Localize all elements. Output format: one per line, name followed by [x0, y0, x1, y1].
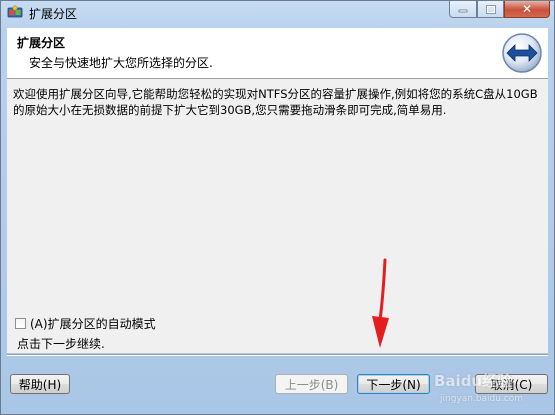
- continue-hint: 点击下一步继续.: [17, 337, 105, 351]
- auto-mode-checkbox[interactable]: [15, 318, 26, 329]
- resize-arrows-icon: [502, 33, 542, 73]
- wizard-description: 欢迎使用扩展分区向导,它能帮助您轻松的实现对NTFS分区的容量扩展操作,例如将您…: [13, 87, 538, 117]
- red-arrow-pointer-icon: [372, 258, 389, 348]
- auto-mode-option[interactable]: (A)扩展分区的自动模式: [15, 315, 156, 332]
- baidu-watermark: Baidu经验 jingyan.baidu.com: [434, 370, 554, 412]
- maximize-icon: [485, 4, 496, 14]
- maximize-button[interactable]: [477, 1, 504, 18]
- minimize-icon: [458, 9, 468, 13]
- close-button[interactable]: ✕: [504, 1, 550, 18]
- minimize-button[interactable]: [449, 1, 477, 18]
- wizard-content: 欢迎使用扩展分区向导,它能帮助您轻松的实现对NTFS分区的容量扩展操作,例如将您…: [7, 79, 548, 353]
- window-title: 扩展分区: [29, 7, 78, 21]
- header-title: 扩展分区: [17, 36, 66, 50]
- watermark-url: jingyan.baidu.com: [440, 394, 524, 404]
- back-button[interactable]: 上一步(B): [275, 374, 348, 394]
- header-subtitle: 安全与快速地扩大您所选择的分区.: [29, 56, 213, 70]
- wizard-header: 扩展分区 安全与快速地扩大您所选择的分区.: [7, 28, 548, 79]
- help-button[interactable]: 帮助(H): [10, 374, 70, 394]
- watermark-brand: Baidu经验: [434, 372, 513, 390]
- title-bar[interactable]: 扩展分区 ✕: [1, 1, 554, 23]
- auto-mode-label: (A)扩展分区的自动模式: [30, 317, 156, 331]
- close-icon: ✕: [521, 2, 533, 16]
- wizard-window: 扩展分区 ✕ 扩展分区 安全与快速地扩大您所选择的分区. 欢迎使用扩展分区向导,…: [0, 0, 555, 415]
- app-icon: [7, 5, 23, 18]
- footer-divider: [7, 354, 548, 356]
- next-button[interactable]: 下一步(N): [357, 374, 430, 394]
